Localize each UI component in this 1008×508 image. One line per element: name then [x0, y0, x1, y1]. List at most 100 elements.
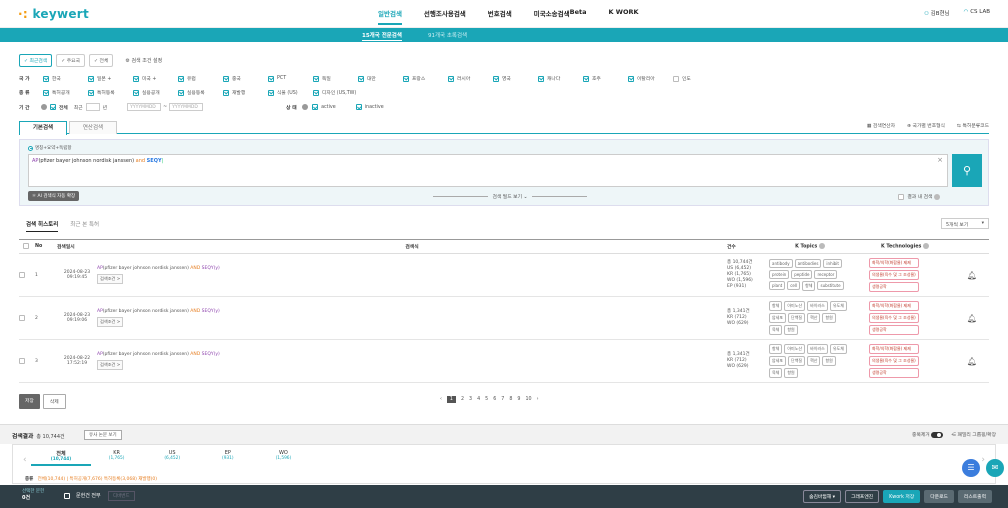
country-checkbox[interactable]: PCT	[268, 75, 313, 82]
page-number[interactable]: 1	[446, 396, 456, 403]
checkbox[interactable]	[133, 75, 139, 82]
topic-tag[interactable]: 유도체	[829, 301, 847, 311]
country-checkbox[interactable]: 이탈리아	[628, 75, 673, 82]
checkbox[interactable]	[313, 89, 319, 96]
topic-tag[interactable]: 항체	[769, 344, 783, 354]
row-query[interactable]: AP(pfizer bayer johnson nordisk janssen)…	[97, 339, 727, 383]
type-checkbox[interactable]: 디자인 (US,TW)	[313, 89, 358, 96]
checkbox[interactable]	[88, 89, 94, 96]
country-checkbox[interactable]: 인도	[673, 75, 691, 82]
topic-tag[interactable]: 항원	[822, 356, 836, 366]
page-number[interactable]: 3	[469, 397, 472, 402]
topic-tag[interactable]: substitute	[817, 281, 844, 290]
nav-us-litigation-search[interactable]: 미국소송검색Beta	[534, 8, 587, 25]
tab-jurisdiction[interactable]: KR (1,765)	[87, 450, 147, 461]
bottom-button[interactable]: 그래프엔진	[845, 490, 880, 503]
chevron-right-icon[interactable]: ›	[537, 397, 539, 402]
topic-tag[interactable]: 항원	[822, 313, 836, 323]
row-counts[interactable]: 총 1,341건 KR (712) WO (629)	[727, 339, 765, 383]
topic-tag[interactable]: 육체	[769, 325, 783, 335]
nav-general-search[interactable]: 일반검색	[378, 8, 402, 25]
tab-search-history[interactable]: 검색 히스토리	[26, 220, 59, 232]
topic-tag[interactable]: 암세포	[769, 356, 787, 366]
nav-number-search[interactable]: 번호검색	[488, 8, 512, 25]
topic-tag[interactable]: 단백질	[788, 356, 806, 366]
row-counts[interactable]: 총 1,341건 KR (712) WO (629)	[727, 296, 765, 340]
country-checkbox[interactable]: 캐나다	[538, 75, 583, 82]
type-checkbox[interactable]: 재발행	[223, 89, 268, 96]
tab-recently-viewed[interactable]: 최근 본 특허	[70, 220, 99, 232]
checkbox[interactable]	[223, 89, 229, 96]
tab-15-country-fulltext[interactable]: 15개국 전문검색	[362, 31, 402, 41]
checkbox[interactable]	[133, 89, 139, 96]
page-number[interactable]: 8	[509, 397, 512, 402]
page-number[interactable]: 5	[485, 397, 488, 402]
topic-tag[interactable]: 아미노산	[784, 301, 806, 311]
tech-tag[interactable]: 의생물(육수 및 그 조성물)	[869, 313, 919, 323]
family-grouping[interactable]: ⋲ 패밀리 그룹핑/확장	[951, 431, 996, 438]
checkbox[interactable]	[268, 89, 274, 96]
topic-tag[interactable]: 항체	[802, 281, 816, 291]
checkbox[interactable]	[268, 75, 274, 82]
checkbox[interactable]	[43, 75, 49, 82]
hide-button[interactable]: 디바번드	[108, 491, 135, 501]
topic-tag[interactable]: 항원	[784, 368, 798, 378]
row-alert[interactable]: 🔔︎	[955, 253, 989, 297]
help-icon[interactable]	[41, 104, 47, 110]
tab-jurisdiction[interactable]: 전체 (10,744)	[31, 450, 91, 466]
tab-basic-search[interactable]: 기본검색	[19, 121, 67, 135]
chevron-left-icon[interactable]: ‹	[440, 397, 442, 402]
checkbox[interactable]	[673, 75, 679, 82]
country-checkbox[interactable]: 중국	[223, 75, 268, 82]
topic-tag[interactable]: inhibit	[823, 259, 842, 268]
checkbox[interactable]	[628, 75, 634, 82]
chip-recent-search[interactable]: ✓ 최근검색	[19, 54, 53, 67]
status-inactive-checkbox[interactable]: inactive	[355, 104, 384, 110]
type-checkbox[interactable]: 특허등록	[88, 89, 133, 96]
table-row[interactable]: 2 2024-08-23 09:19:06 AP(pfizer bayer johns…	[19, 296, 989, 340]
country-checkbox[interactable]: 일본 +	[88, 75, 133, 82]
tool-classification[interactable]: ⇆ 특허분류코드	[957, 122, 989, 129]
topic-tag[interactable]: 항체	[769, 301, 783, 311]
date-from-input[interactable]: YYYYMMDD	[127, 103, 162, 111]
bell-icon[interactable]: 🔔︎	[967, 357, 977, 366]
user-menu[interactable]: ⚇ 김B현님	[924, 9, 950, 17]
country-checkbox[interactable]: 유럽	[178, 75, 223, 82]
similar-papers-button[interactable]: 유사 논문 보기	[84, 430, 122, 440]
in-result-search[interactable]: 결과 내 검색	[898, 193, 940, 200]
topic-tag[interactable]: 육체	[769, 368, 783, 378]
search-conditions-button[interactable]: 검색조건 >	[97, 274, 124, 284]
row-checkbox[interactable]	[19, 253, 35, 297]
tech-tag[interactable]: 화학/의학(화합물) 제제	[869, 258, 919, 268]
checkbox[interactable]	[448, 75, 454, 82]
country-checkbox[interactable]: 한국	[43, 75, 88, 82]
page-size-select[interactable]: 5개씩 보기 ▾	[941, 218, 989, 229]
page-number[interactable]: 2	[461, 397, 464, 402]
checkbox[interactable]	[313, 75, 319, 82]
tech-tag[interactable]: 화학/의학(화합물) 제제	[869, 301, 919, 311]
delete-button[interactable]: 삭제	[42, 394, 66, 409]
help-icon[interactable]	[818, 243, 825, 250]
tab-jurisdiction[interactable]: WO (1,596)	[253, 450, 313, 461]
save-button[interactable]: 저장	[19, 394, 40, 409]
tab-jurisdiction[interactable]: EP (931)	[198, 450, 258, 461]
nav-prior-art-search[interactable]: 선행조사용검색	[424, 8, 466, 25]
bottom-button[interactable]: Kwork 저장	[883, 490, 921, 503]
tab-91-country-abstract[interactable]: 91개국 초록검색	[428, 31, 467, 39]
row-alert[interactable]: 🔔︎	[955, 296, 989, 340]
bottom-button[interactable]: 다운로드	[924, 490, 954, 503]
chevron-left-icon[interactable]: ‹	[23, 455, 27, 465]
tab-operator-search[interactable]: 연산검색	[69, 121, 117, 134]
tool-number-format[interactable]: ⊕ 국가별 번호형식	[907, 122, 945, 129]
search-button[interactable]: ⚲	[952, 154, 982, 187]
date-to-input[interactable]: YYYYMMDD	[169, 103, 204, 111]
period-all-checkbox[interactable]: 전체	[50, 104, 68, 111]
help-icon[interactable]	[923, 243, 930, 250]
table-row[interactable]: 1 2024-08-23 09:19:45 AP(pfizer bayer johns…	[19, 253, 989, 297]
tech-tag[interactable]: 생명공학	[869, 368, 919, 378]
topic-tag[interactable]: 핵산	[807, 356, 821, 366]
topic-tag[interactable]: 암세포	[769, 313, 787, 323]
search-conditions-button[interactable]: 검색조건 >	[97, 317, 124, 327]
table-row[interactable]: 3 2024-08-22 17:52:19 AP(pfizer bayer johns…	[19, 339, 989, 383]
result-type-filter[interactable]: 종류 전체(10,744) | 특허공개(7,676) 특허등록(3,068) …	[25, 476, 157, 482]
